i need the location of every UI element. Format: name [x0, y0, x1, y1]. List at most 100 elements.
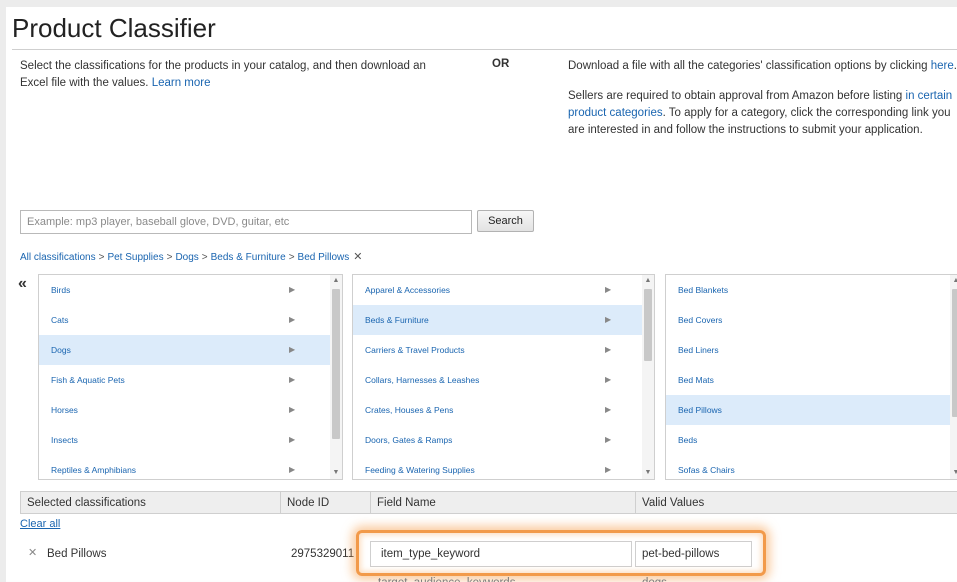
category-item[interactable]: Bed Covers — [666, 305, 957, 335]
or-label: OR — [492, 58, 510, 70]
category-item[interactable]: Sofas & Chairs — [666, 455, 957, 479]
header-field-name: Field Name — [370, 491, 636, 514]
field-name-cell: item_type_keyword — [370, 541, 632, 567]
category-item[interactable]: Crates, Houses & Pens ▶ — [353, 395, 654, 425]
breadcrumb-pet-supplies[interactable]: Pet Supplies — [107, 252, 163, 263]
chevron-right-icon: ▶ — [289, 405, 296, 414]
download-prefix: Download a file with all the categories'… — [568, 60, 928, 72]
scroll-up-icon[interactable]: ▲ — [330, 275, 342, 287]
category-item-label: Bed Liners — [678, 345, 719, 355]
remove-classification-icon[interactable]: ✕ — [28, 546, 37, 559]
title-divider — [12, 49, 957, 50]
scroll-down-icon[interactable]: ▼ — [330, 467, 342, 479]
product-classifier-page: Product Classifier Select the classifica… — [0, 0, 957, 582]
chevron-right-icon: ▶ — [289, 315, 296, 324]
search-button[interactable]: Search — [477, 210, 534, 232]
category-item-label: Bed Mats — [678, 375, 714, 385]
header-node-id: Node ID — [280, 491, 371, 514]
category-item-label: Bed Pillows — [678, 405, 722, 415]
intro-right-text: Download a file with all the categories'… — [568, 58, 957, 152]
approval-prefix: Sellers are required to obtain approval … — [568, 90, 903, 102]
category-item-label: Insects — [51, 435, 78, 445]
category-item-label: Bed Blankets — [678, 285, 729, 295]
category-item[interactable]: Bed Mats — [666, 365, 957, 395]
scroll-up-icon[interactable]: ▲ — [950, 275, 957, 287]
category-item-label: Cats — [51, 315, 69, 325]
chevron-right-icon: ▶ — [289, 375, 296, 384]
back-chevrons-icon[interactable]: « — [18, 275, 27, 293]
scroll-thumb[interactable] — [644, 289, 652, 361]
category-item[interactable]: Beds — [666, 425, 957, 455]
table-header-row: Selected classifications Node ID Field N… — [20, 491, 957, 514]
scroll-down-icon[interactable]: ▼ — [950, 467, 957, 479]
breadcrumb-bed-pillows[interactable]: Bed Pillows — [298, 252, 350, 263]
category-item[interactable]: Birds ▶ — [39, 275, 342, 305]
breadcrumb-separator: > — [288, 252, 295, 263]
intro-left-text: Select the classifications for the produ… — [20, 58, 440, 92]
scrollbar[interactable]: ▲▼ — [330, 275, 342, 479]
scroll-thumb[interactable] — [332, 289, 340, 439]
scrollbar[interactable]: ▲▼ — [950, 275, 957, 479]
header-valid-values: Valid Values — [635, 491, 957, 514]
category-item[interactable]: Feeding & Watering Supplies ▶ — [353, 455, 654, 479]
category-item-label: Bed Covers — [678, 315, 723, 325]
breadcrumb-beds-furniture[interactable]: Beds & Furniture — [211, 252, 286, 263]
breadcrumb-separator: > — [166, 252, 173, 263]
chevron-right-icon: ▶ — [605, 345, 612, 354]
category-item[interactable]: Bed Liners — [666, 335, 957, 365]
selected-classification-name: Bed Pillows — [47, 548, 107, 560]
download-here-link[interactable]: here — [931, 60, 954, 72]
breadcrumb-dogs[interactable]: Dogs — [175, 252, 198, 263]
intro-left-body: Select the classifications for the produ… — [20, 60, 426, 89]
category-column-3: Bed Blankets Bed Covers Bed Liners Bed Mats… — [665, 274, 957, 480]
classification-table: Selected classifications Node ID Field N… — [20, 491, 957, 514]
scroll-up-icon[interactable]: ▲ — [642, 275, 654, 287]
chevron-right-icon: ▶ — [289, 435, 296, 444]
category-item[interactable]: Apparel & Accessories ▶ — [353, 275, 654, 305]
category-item-label: Reptiles & Amphibians — [51, 465, 137, 475]
scroll-down-icon[interactable]: ▼ — [642, 467, 654, 479]
remove-breadcrumb-icon[interactable]: ✕ — [353, 251, 362, 263]
category-item[interactable]: Carriers & Travel Products ▶ — [353, 335, 654, 365]
category-item[interactable]: Cats ▶ — [39, 305, 342, 335]
header-selected-classifications: Selected classifications — [20, 491, 281, 514]
category-item[interactable]: Fish & Aquatic Pets ▶ — [39, 365, 342, 395]
category-item[interactable]: Horses ▶ — [39, 395, 342, 425]
learn-more-link[interactable]: Learn more — [152, 77, 211, 89]
chevron-right-icon: ▶ — [605, 375, 612, 384]
clear-all-link[interactable]: Clear all — [20, 518, 60, 530]
node-id-value: 2975329011 — [291, 548, 355, 560]
category-column-2: Apparel & Accessories ▶ Beds & Furniture ▶ C… — [352, 274, 655, 480]
category-item[interactable]: Dogs ▶ — [39, 335, 342, 365]
category-item-label: Crates, Houses & Pens — [365, 405, 454, 415]
category-item[interactable]: Bed Pillows — [666, 395, 957, 425]
category-item-label: Beds & Furniture — [365, 315, 429, 325]
chevron-right-icon: ▶ — [605, 405, 612, 414]
breadcrumb: All classifications > Pet Supplies > Dogs > Be… — [20, 250, 362, 263]
category-item-label: Apparel & Accessories — [365, 285, 451, 295]
breadcrumb-all-classifications[interactable]: All classifications — [20, 252, 96, 263]
chevron-right-icon: ▶ — [605, 435, 612, 444]
category-item-label: Collars, Harnesses & Leashes — [365, 375, 480, 385]
category-item[interactable]: Bed Blankets — [666, 275, 957, 305]
category-item[interactable]: Beds & Furniture ▶ — [353, 305, 654, 335]
category-item-label: Horses — [51, 405, 78, 415]
category-item[interactable]: Doors, Gates & Ramps ▶ — [353, 425, 654, 455]
category-item-label: Sofas & Chairs — [678, 465, 735, 475]
category-item-label: Dogs — [51, 345, 71, 355]
category-item[interactable]: Insects ▶ — [39, 425, 342, 455]
valid-values-cell: pet-bed-pillows — [635, 541, 752, 567]
search-input[interactable] — [20, 210, 472, 234]
category-item[interactable]: Collars, Harnesses & Leashes ▶ — [353, 365, 654, 395]
scroll-thumb[interactable] — [952, 289, 957, 417]
category-item-label: Birds — [51, 285, 71, 295]
breadcrumb-separator: > — [98, 252, 105, 263]
category-item-label: Fish & Aquatic Pets — [51, 375, 125, 385]
chevron-right-icon: ▶ — [289, 465, 296, 474]
category-item[interactable]: Reptiles & Amphibians ▶ — [39, 455, 342, 479]
chevron-right-icon: ▶ — [605, 315, 612, 324]
scrollbar[interactable]: ▲▼ — [642, 275, 654, 479]
category-item-label: Beds — [678, 435, 698, 445]
chevron-right-icon: ▶ — [605, 285, 612, 294]
chevron-right-icon: ▶ — [605, 465, 612, 474]
